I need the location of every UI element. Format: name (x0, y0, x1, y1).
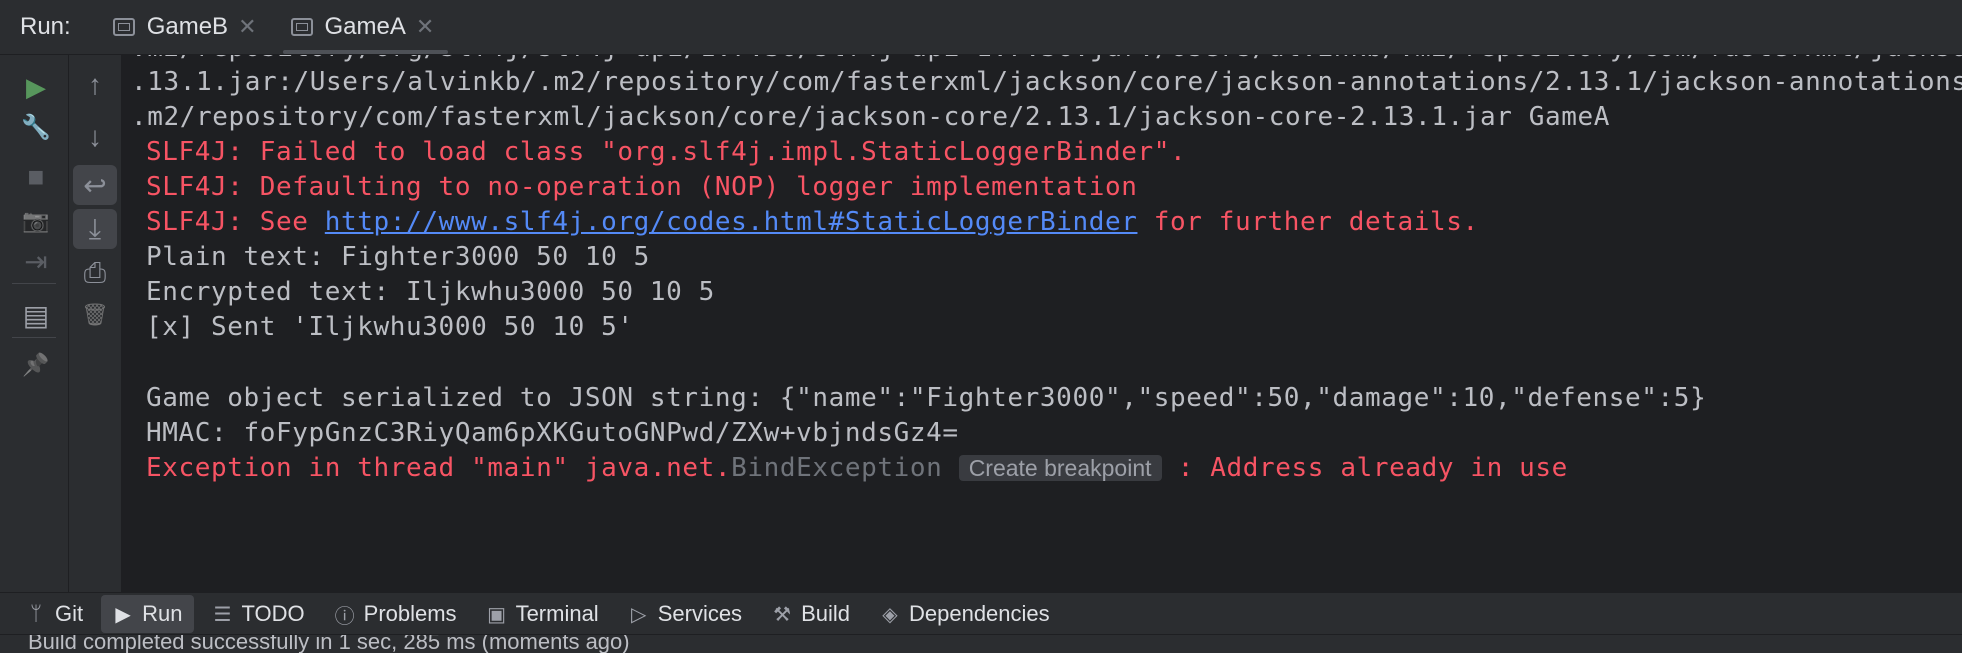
hammer-icon: ⚒ (773, 603, 792, 626)
slf4j-docs-link[interactable]: http://www.slf4j.org/codes.html#StaticLo… (325, 207, 1138, 237)
build-status-text[interactable]: Build completed successfully in 1 sec, 2… (28, 635, 630, 653)
tool-problems-label: Problems (363, 601, 457, 626)
console-line: HMAC: foFypGnzC3RiyQam6pXKGutoGNPwd/ZXw+… (146, 418, 959, 448)
tool-todo[interactable]: ☰ TODO (200, 595, 316, 633)
tool-services[interactable]: ▷ Services (617, 595, 754, 633)
close-icon[interactable]: ✕ (416, 14, 434, 40)
problems-icon: ⓘ (334, 605, 355, 628)
tool-dependencies[interactable]: ◈ Dependencies (868, 595, 1062, 633)
toolbar-divider (12, 283, 56, 284)
git-branch-icon: ᛘ (30, 602, 42, 625)
tool-build-label: Build (801, 601, 850, 626)
tool-run[interactable]: ▶ Run (101, 595, 195, 633)
tool-git[interactable]: ᛘ Git (14, 595, 95, 633)
tab-gameb[interactable]: GameB ✕ (99, 0, 277, 54)
console-output[interactable]: .m2/repository/org/slf4j/slf4j-api/1.7.3… (121, 55, 1962, 592)
status-bar: Build completed successfully in 1 sec, 2… (0, 634, 1962, 653)
down-arrow-icon[interactable]: ↓ (73, 117, 117, 157)
trash-icon[interactable]: 🗑 (73, 295, 117, 335)
exception-class-link[interactable]: BindException (731, 453, 942, 483)
wrench-icon[interactable]: 🔧 (14, 107, 58, 147)
up-arrow-icon[interactable]: ↑ (73, 65, 117, 105)
tool-terminal-label: Terminal (515, 601, 599, 626)
terminal-icon: ▣ (487, 603, 507, 626)
tool-build[interactable]: ⚒ Build (760, 595, 862, 633)
console-line: Plain text: Fighter3000 50 10 5 (146, 242, 650, 272)
scroll-to-end-icon[interactable]: ⤓ (73, 209, 117, 249)
console-text: SLF4J: See (146, 207, 325, 237)
tab-gamea[interactable]: GameA ✕ (277, 0, 455, 54)
console-text: Exception in thread "main" java.net. (146, 453, 732, 483)
console-toolbar: ↑ ↓ ↩ ⤓ ⎙ 🗑 (69, 55, 121, 592)
run-config-icon (112, 18, 135, 36)
console-line: [x] Sent 'Iljkwhu3000 50 10 5' (146, 312, 634, 342)
run-label: Run: (20, 13, 71, 40)
tab-gamea-label: GameA (324, 13, 406, 40)
exit-icon[interactable]: ⇥ (14, 241, 58, 281)
rerun-icon[interactable]: ▶ (14, 67, 58, 107)
services-icon: ▷ (631, 603, 647, 626)
tool-todo-label: TODO (241, 601, 305, 626)
run-tab-header: Run: GameB ✕ GameA ✕ (0, 0, 1962, 55)
tab-gameb-label: GameB (146, 13, 229, 40)
print-icon[interactable]: ⎙ (73, 253, 117, 293)
todo-list-icon: ☰ (213, 603, 232, 626)
camera-icon[interactable]: 📷 (14, 201, 58, 241)
console-text: : Address already in use (1161, 453, 1568, 483)
tool-git-label: Git (55, 601, 84, 626)
tool-services-label: Services (657, 601, 743, 626)
toolbar-divider (12, 337, 56, 338)
stop-icon[interactable]: ■ (14, 157, 58, 197)
tool-problems[interactable]: ⓘ Problems (323, 595, 469, 633)
console-line-error: SLF4J: See http://www.slf4j.org/codes.ht… (146, 207, 1479, 237)
console-line: Encrypted text: Iljkwhu3000 50 10 5 (146, 277, 715, 307)
console-line-exception: Exception in thread "main" java.net.Bind… (146, 453, 1568, 483)
console-line: .13.1.jar:/Users/alvinkb/.m2/repository/… (131, 67, 1962, 97)
console-line: .m2/repository/com/fasterxml/jackson/cor… (131, 102, 1611, 132)
console-line-error: SLF4J: Failed to load class "org.slf4j.i… (146, 137, 1187, 167)
console-text: for further details. (1137, 207, 1479, 237)
tool-run-label: Run (142, 601, 183, 626)
dependencies-icon: ◈ (882, 603, 898, 626)
tool-window-bar: ᛘ Git ▶ Run ☰ TODO ⓘ Problems ▣ Terminal… (0, 592, 1962, 635)
run-config-icon (290, 18, 313, 36)
close-icon[interactable]: ✕ (238, 14, 256, 40)
tool-dependencies-label: Dependencies (908, 601, 1050, 626)
console-line-error: SLF4J: Defaulting to no-operation (NOP) … (146, 172, 1138, 202)
run-icon: ▶ (115, 603, 131, 626)
console-line: Game object serialized to JSON string: {… (146, 383, 1707, 413)
pin-icon[interactable]: 📌 (14, 345, 58, 385)
console-line: .m2/repository/org/slf4j/slf4j-api/1.7.3… (131, 55, 1962, 63)
create-breakpoint-tooltip[interactable]: Create breakpoint (958, 455, 1162, 481)
run-actions-toolbar: ▶ 🔧 ■ 📷 ⇥ ▤ 📌 (0, 55, 69, 592)
tool-terminal[interactable]: ▣ Terminal (475, 595, 611, 633)
soft-wrap-icon[interactable]: ↩ (73, 165, 117, 205)
layout-icon[interactable]: ▤ (14, 295, 58, 335)
